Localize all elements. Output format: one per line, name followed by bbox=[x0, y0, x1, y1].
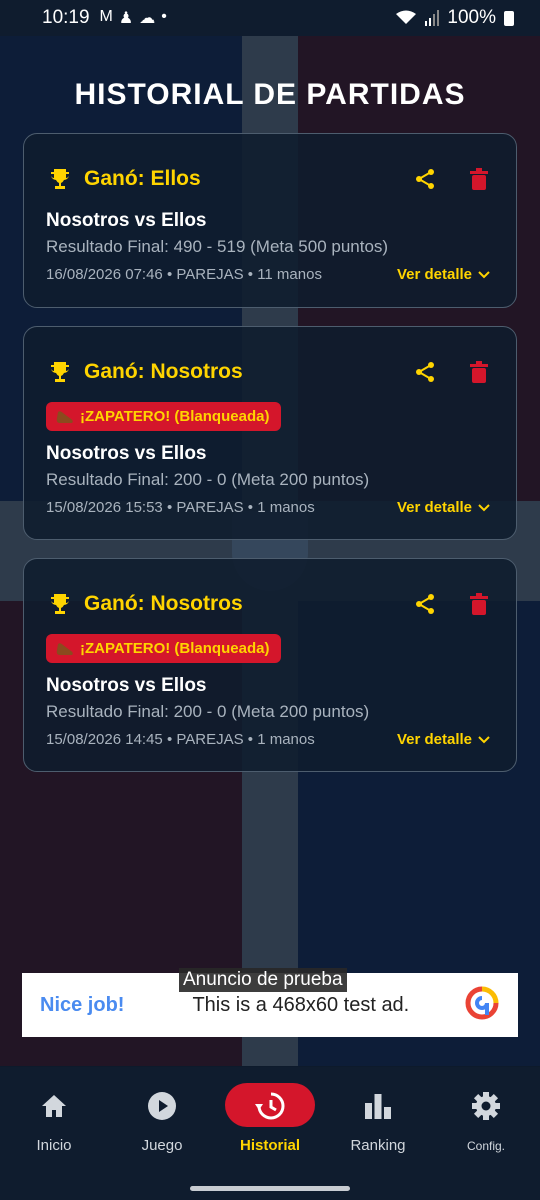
home-indicator[interactable] bbox=[190, 1186, 350, 1191]
ad-text: This is a 468x60 test ad. bbox=[192, 993, 410, 1016]
page-title: HISTORIAL DE PARTIDAS bbox=[74, 78, 466, 111]
bar-chart-icon bbox=[363, 1091, 393, 1121]
bottom-nav: Inicio Juego Historial Ranking Config. bbox=[0, 1067, 540, 1200]
history-icon bbox=[255, 1091, 285, 1121]
badge-label: ¡ZAPATERO! (Blanqueada) bbox=[80, 640, 270, 657]
match-meta: 15/08/2026 14:45 • PAREJAS • 1 manos bbox=[46, 731, 315, 748]
nav-item-config[interactable]: Config. bbox=[432, 1067, 540, 1200]
trash-icon bbox=[470, 361, 488, 383]
view-detail-link[interactable]: Ver detalle bbox=[397, 266, 490, 283]
match-teams: Nosotros vs Ellos bbox=[46, 210, 207, 231]
view-detail-link[interactable]: Ver detalle bbox=[397, 499, 490, 516]
winner-label: Ganó: Nosotros bbox=[84, 592, 243, 615]
match-card[interactable]: Ganó: Ellos Nosotros vs Ellos Resultado … bbox=[23, 133, 517, 308]
ad-test-label: Anuncio de prueba bbox=[179, 968, 347, 992]
pawn-icon: ♟ bbox=[118, 10, 134, 27]
dot-icon: • bbox=[161, 8, 167, 25]
chevron-down-icon bbox=[478, 270, 490, 278]
delete-button[interactable] bbox=[466, 591, 492, 617]
home-icon bbox=[39, 1091, 69, 1121]
share-button[interactable] bbox=[412, 359, 438, 385]
view-detail-label: Ver detalle bbox=[396, 731, 472, 748]
shoe-icon bbox=[56, 410, 73, 423]
cloud-icon: ☁ bbox=[139, 10, 156, 27]
view-detail-label: Ver detalle bbox=[396, 499, 472, 516]
match-result: Resultado Final: 200 - 0 (Meta 200 punto… bbox=[46, 470, 370, 489]
nav-label: Juego bbox=[141, 1137, 183, 1154]
nav-item-ranking[interactable]: Ranking bbox=[324, 1067, 432, 1200]
gear-icon bbox=[471, 1091, 501, 1121]
shoe-icon bbox=[56, 642, 73, 655]
battery-icon bbox=[504, 10, 514, 26]
match-result: Resultado Final: 490 - 519 (Meta 500 pun… bbox=[46, 237, 389, 256]
match-teams: Nosotros vs Ellos bbox=[46, 675, 207, 696]
play-icon bbox=[147, 1091, 177, 1121]
match-meta: 16/08/2026 07:46 • PAREJAS • 11 manos bbox=[46, 266, 322, 283]
share-icon bbox=[416, 362, 434, 382]
signal-icon bbox=[425, 10, 440, 26]
trash-icon bbox=[470, 593, 488, 615]
status-bar: 10:19 M ♟ ☁ • 100% bbox=[0, 0, 540, 36]
match-meta: 15/08/2026 15:53 • PAREJAS • 1 manos bbox=[46, 499, 315, 516]
winner-label: Ganó: Ellos bbox=[84, 167, 201, 190]
share-button[interactable] bbox=[412, 591, 438, 617]
trophy-icon bbox=[51, 169, 69, 189]
gmail-icon: M bbox=[99, 8, 113, 25]
status-time: 10:19 bbox=[42, 7, 90, 28]
battery-percent: 100% bbox=[447, 7, 496, 28]
badge-label: ¡ZAPATERO! (Blanqueada) bbox=[80, 408, 270, 425]
chevron-down-icon bbox=[478, 503, 490, 511]
ad-headline: Nice job! bbox=[40, 993, 125, 1016]
trash-icon bbox=[470, 168, 488, 190]
trophy-icon bbox=[51, 362, 69, 382]
nav-item-historial[interactable]: Historial bbox=[216, 1067, 324, 1200]
share-icon bbox=[416, 169, 434, 189]
match-card[interactable]: Ganó: Nosotros ¡ZAPATERO! (Blanqueada) N… bbox=[23, 326, 517, 540]
winner-label: Ganó: Nosotros bbox=[84, 360, 243, 383]
nav-label: Ranking bbox=[350, 1137, 406, 1154]
chevron-down-icon bbox=[478, 735, 490, 743]
nav-label: Config. bbox=[466, 1139, 506, 1153]
view-detail-label: Ver detalle bbox=[396, 266, 472, 283]
nav-label: Historial bbox=[239, 1137, 300, 1154]
delete-button[interactable] bbox=[466, 359, 492, 385]
view-detail-link[interactable]: Ver detalle bbox=[397, 731, 490, 748]
wifi-icon bbox=[396, 10, 417, 24]
ad-logo-icon bbox=[464, 985, 500, 1026]
nav-item-inicio[interactable]: Inicio bbox=[0, 1067, 108, 1200]
match-teams: Nosotros vs Ellos bbox=[46, 443, 207, 464]
match-card[interactable]: Ganó: Nosotros ¡ZAPATERO! (Blanqueada) N… bbox=[23, 558, 517, 772]
nav-item-juego[interactable]: Juego bbox=[108, 1067, 216, 1200]
share-icon bbox=[416, 594, 434, 614]
delete-button[interactable] bbox=[466, 166, 492, 192]
trophy-icon bbox=[51, 594, 69, 614]
share-button[interactable] bbox=[412, 166, 438, 192]
shutout-badge: ¡ZAPATERO! (Blanqueada) bbox=[46, 402, 282, 431]
nav-label: Inicio bbox=[36, 1137, 72, 1154]
shutout-badge: ¡ZAPATERO! (Blanqueada) bbox=[46, 634, 282, 663]
match-result: Resultado Final: 200 - 0 (Meta 200 punto… bbox=[46, 702, 370, 721]
